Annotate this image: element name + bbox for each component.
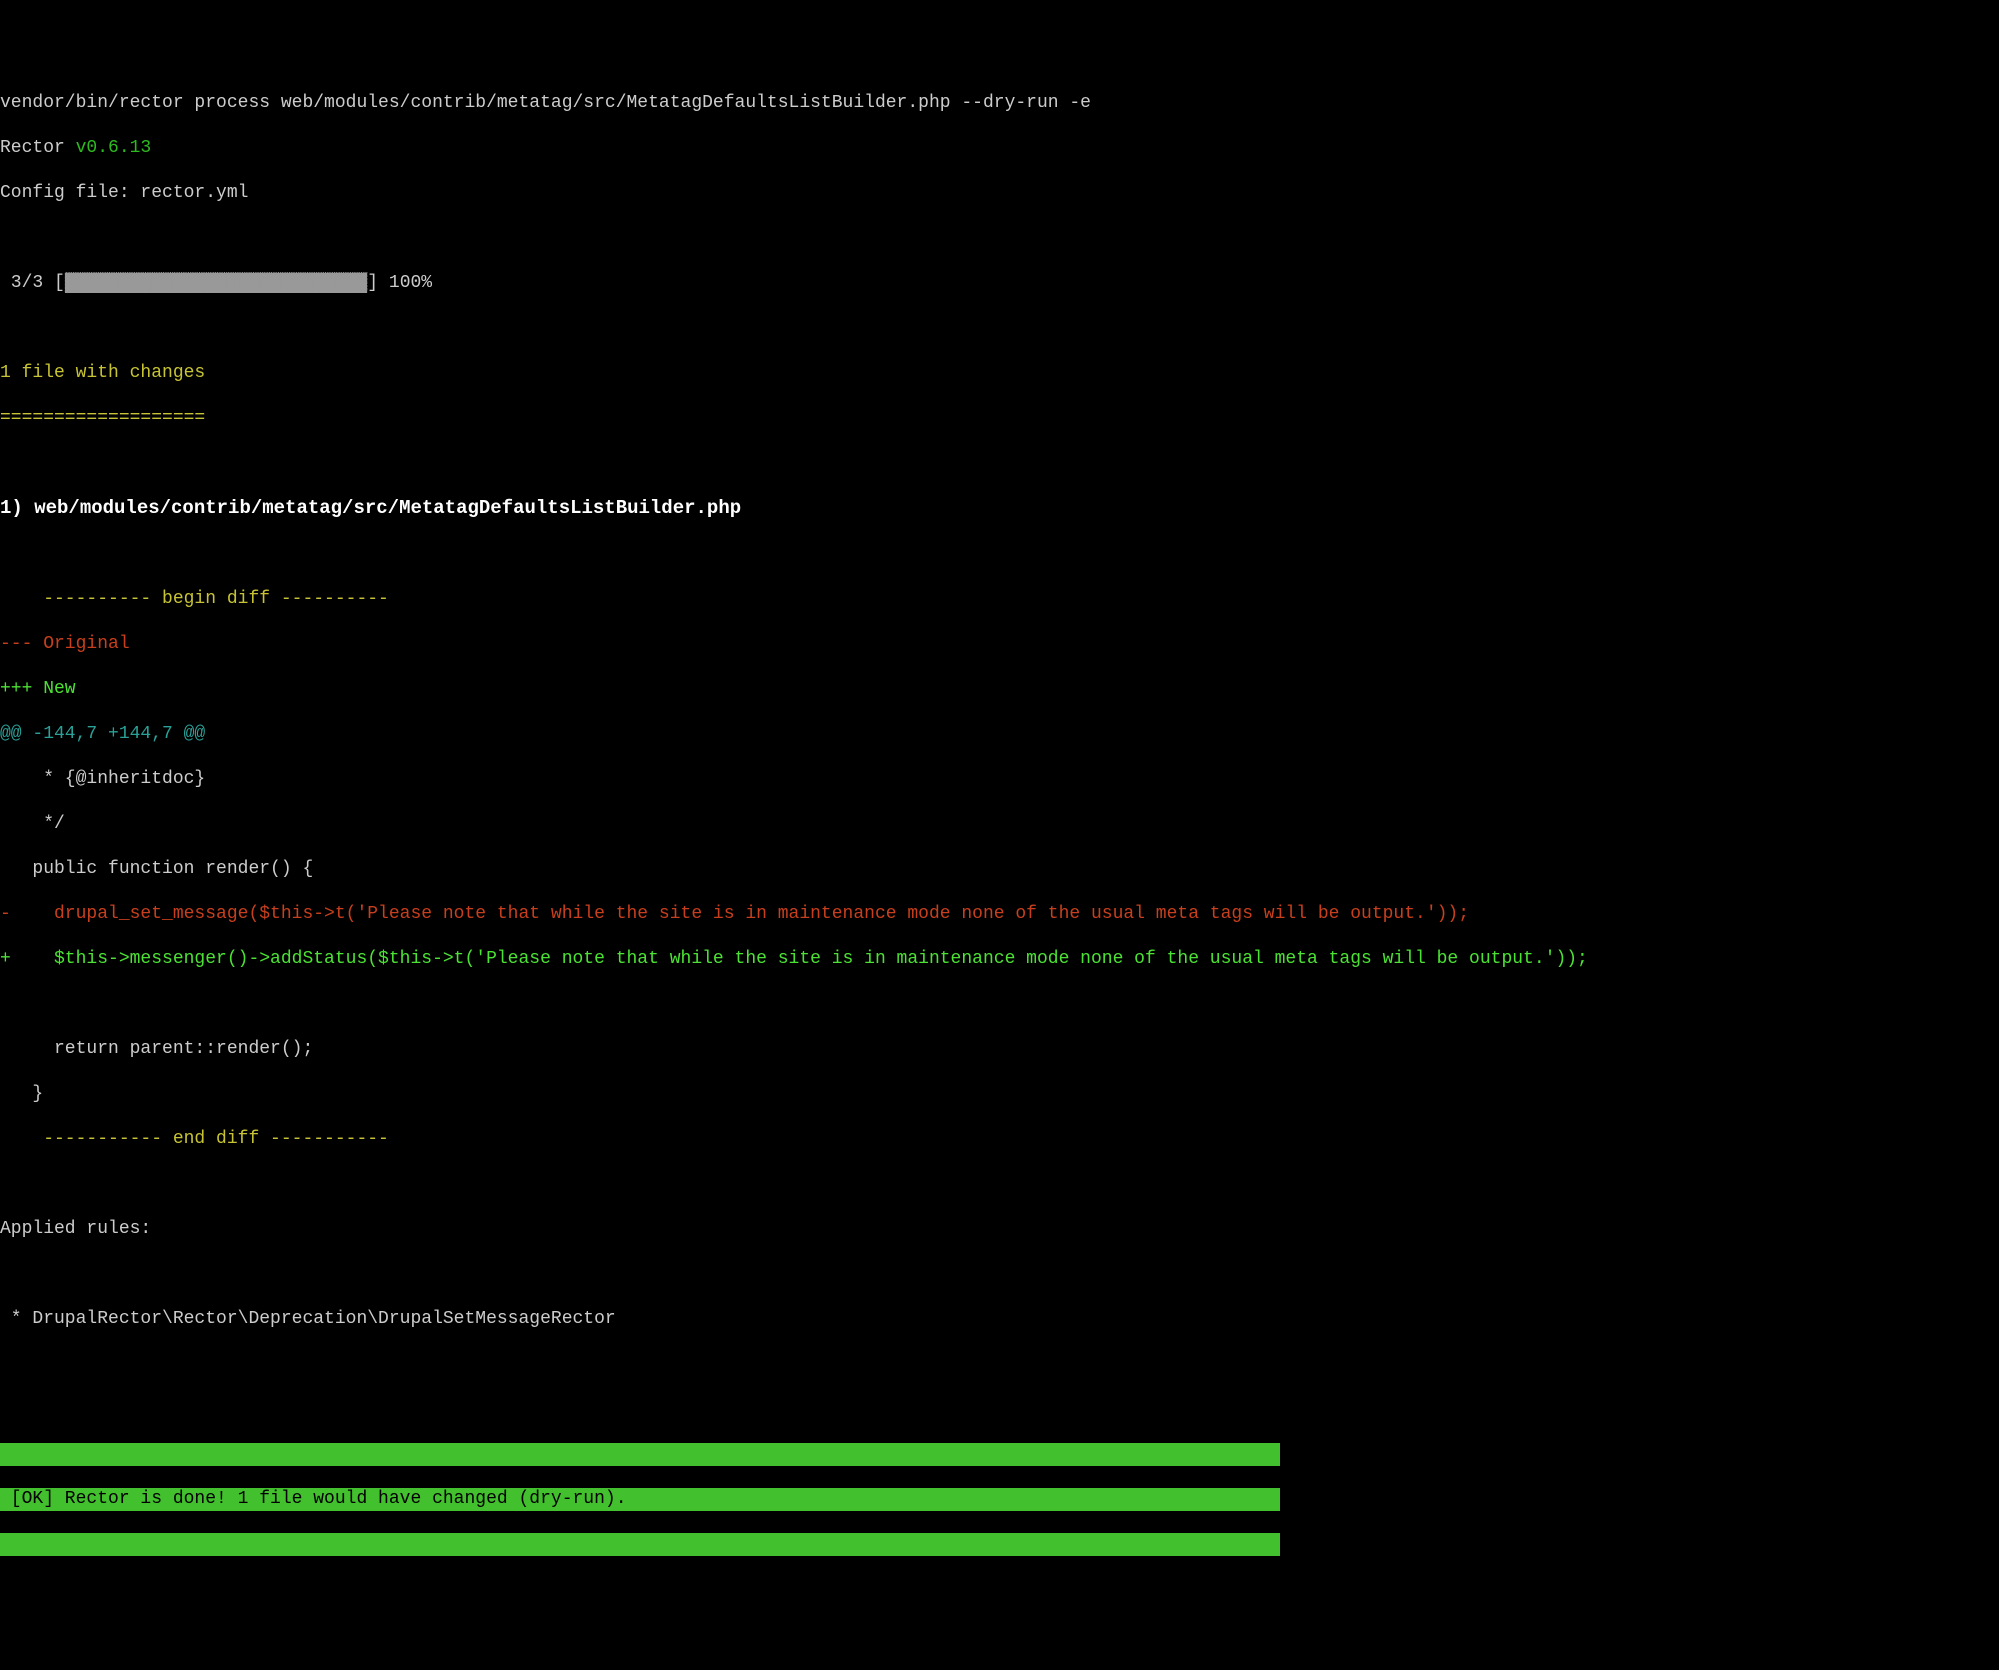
diff-context: * {@inheritdoc}	[0, 768, 1999, 791]
blank-line	[0, 543, 1999, 566]
file-entry: 1) web/modules/contrib/metatag/src/Metat…	[0, 497, 1999, 521]
blank-line	[0, 1398, 1999, 1421]
blank-line	[0, 1263, 1999, 1286]
diff-begin: ---------- begin diff ----------	[0, 588, 1999, 611]
diff-new: +++ New	[0, 678, 1999, 701]
diff-context: public function render() {	[0, 858, 1999, 881]
command-line: vendor/bin/rector process web/modules/co…	[0, 92, 1999, 115]
diff-removed-line: - drupal_set_message($this->t('Please no…	[0, 903, 1999, 926]
blank-line	[0, 227, 1999, 250]
diff-context: */	[0, 813, 1999, 836]
ok-message: [OK] Rector is done! 1 file would have c…	[0, 1488, 1280, 1511]
changes-header: 1 file with changes	[0, 362, 1999, 385]
rector-version-line: Rector v0.6.13	[0, 137, 1999, 160]
ok-box-bottom	[0, 1533, 1280, 1556]
applied-rule: * DrupalRector\Rector\Deprecation\Drupal…	[0, 1308, 1999, 1331]
diff-blank	[0, 993, 1999, 1016]
version-number: v0.6.13	[76, 138, 152, 158]
blank-line	[0, 1353, 1999, 1376]
config-file-line: Config file: rector.yml	[0, 182, 1999, 205]
blank-line	[0, 452, 1999, 475]
diff-end: ----------- end diff -----------	[0, 1128, 1999, 1151]
progress-bar-fill: ▓▓▓▓▓▓▓▓▓▓▓▓▓▓▓▓▓▓▓▓▓▓▓▓▓▓▓▓	[65, 273, 367, 293]
blank-line	[0, 317, 1999, 340]
diff-context: return parent::render();	[0, 1038, 1999, 1061]
changes-divider: ===================	[0, 407, 1999, 430]
diff-original: --- Original	[0, 633, 1999, 656]
diff-hunk: @@ -144,7 +144,7 @@	[0, 723, 1999, 746]
blank-line	[0, 1173, 1999, 1196]
diff-context: }	[0, 1083, 1999, 1106]
applied-rules-label: Applied rules:	[0, 1218, 1999, 1241]
progress-line: 3/3 [▓▓▓▓▓▓▓▓▓▓▓▓▓▓▓▓▓▓▓▓▓▓▓▓▓▓▓▓] 100%	[0, 272, 1999, 295]
ok-box-top	[0, 1443, 1280, 1466]
